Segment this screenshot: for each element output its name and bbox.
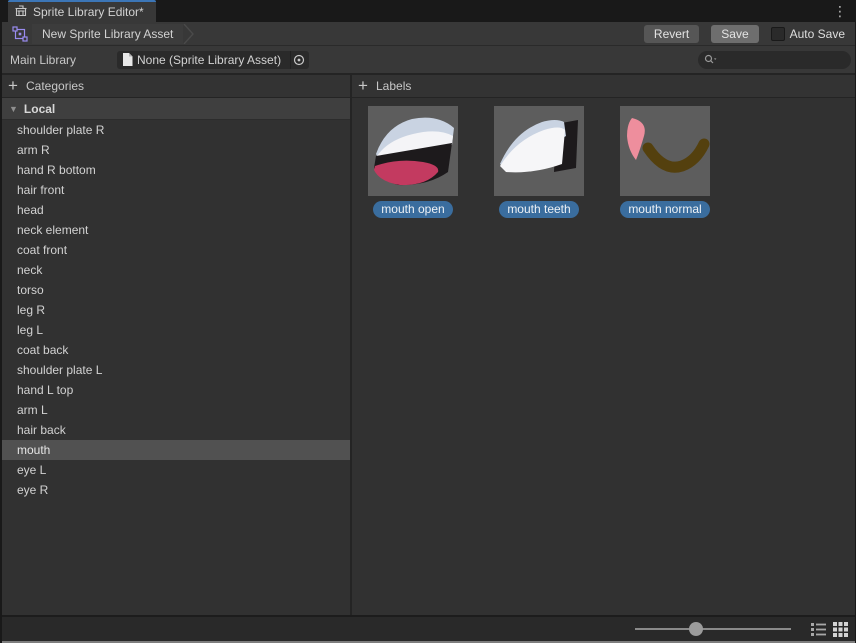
category-row[interactable]: hair front	[2, 180, 350, 200]
asset-document-icon	[122, 53, 133, 66]
object-picker-icon[interactable]	[290, 51, 307, 69]
labels-panel: mouth open mouth teeth mouth normal	[352, 98, 855, 615]
category-row[interactable]: shoulder plate L	[2, 360, 350, 380]
panel-headers: + Categories + Labels	[2, 75, 855, 98]
category-row[interactable]: torso	[2, 280, 350, 300]
categories-title: Categories	[26, 79, 84, 93]
search-icon	[704, 54, 717, 66]
object-field-value: None (Sprite Library Asset)	[137, 53, 290, 67]
toolbar: New Sprite Library Asset Revert Save Aut…	[2, 22, 855, 46]
auto-save-checkbox[interactable]	[771, 27, 785, 41]
slider-thumb[interactable]	[689, 622, 703, 636]
label-card[interactable]: mouth normal	[620, 106, 710, 218]
sprite-thumbnail-mouth-teeth[interactable]	[494, 106, 584, 196]
category-row[interactable]: head	[2, 200, 350, 220]
category-list: shoulder plate Rarm Rhand R bottomhair f…	[2, 120, 350, 500]
tab-sprite-library-editor[interactable]: Sprite Library Editor*	[8, 0, 156, 22]
search-input[interactable]	[719, 53, 845, 67]
breadcrumb-label: New Sprite Library Asset	[42, 27, 173, 41]
add-category-button[interactable]: +	[2, 75, 24, 98]
category-row[interactable]: coat front	[2, 240, 350, 260]
label-name-pill[interactable]: mouth open	[373, 201, 452, 218]
category-row[interactable]: leg L	[2, 320, 350, 340]
save-button[interactable]: Save	[711, 25, 758, 43]
label-card[interactable]: mouth open	[368, 106, 458, 218]
search-field[interactable]	[698, 51, 851, 69]
breadcrumb-separator-icon	[183, 24, 195, 44]
category-row[interactable]: hair back	[2, 420, 350, 440]
auto-save-label: Auto Save	[790, 27, 845, 41]
category-row[interactable]: eye L	[2, 460, 350, 480]
category-row[interactable]: neck	[2, 260, 350, 280]
label-name-pill[interactable]: mouth normal	[620, 201, 709, 218]
window-menu-button[interactable]: ⋮	[831, 1, 849, 21]
category-row[interactable]: coat back	[2, 340, 350, 360]
sprite-thumbnail-mouth-open[interactable]	[368, 106, 458, 196]
labels-title: Labels	[376, 79, 411, 93]
local-group-label: Local	[24, 102, 55, 116]
tab-title: Sprite Library Editor*	[33, 5, 144, 19]
categories-header: + Categories	[2, 75, 352, 97]
main-library-label: Main Library	[10, 53, 117, 67]
sprite-library-window-icon	[14, 4, 28, 21]
foldout-triangle-icon: ▼	[9, 104, 18, 114]
category-row[interactable]: arm R	[2, 140, 350, 160]
content-area: ▼ Local shoulder plate Rarm Rhand R bott…	[2, 98, 855, 615]
category-row[interactable]: arm L	[2, 400, 350, 420]
category-row[interactable]: neck element	[2, 220, 350, 240]
label-card[interactable]: mouth teeth	[494, 106, 584, 218]
category-row[interactable]: hand L top	[2, 380, 350, 400]
add-label-button[interactable]: +	[352, 75, 374, 98]
sprite-thumbnail-mouth-normal[interactable]	[620, 106, 710, 196]
category-row[interactable]: leg R	[2, 300, 350, 320]
main-library-object-field[interactable]: None (Sprite Library Asset)	[117, 51, 309, 69]
sprite-library-asset-icon	[12, 26, 28, 42]
local-group-foldout[interactable]: ▼ Local	[2, 98, 350, 120]
thumbnail-size-slider[interactable]	[635, 622, 791, 636]
revert-button[interactable]: Revert	[644, 25, 699, 43]
breadcrumb[interactable]: New Sprite Library Asset	[32, 24, 183, 44]
bottom-bar	[2, 615, 855, 641]
labels-header: + Labels	[352, 75, 855, 97]
category-row[interactable]: eye R	[2, 480, 350, 500]
grid-view-icon[interactable]	[832, 621, 849, 638]
sprite-library-editor-window: Sprite Library Editor* ⋮ New Sprite Libr…	[0, 0, 856, 643]
tab-bar: Sprite Library Editor* ⋮	[2, 0, 855, 22]
main-library-row: Main Library None (Sprite Library Asset)	[2, 46, 855, 75]
category-row[interactable]: hand R bottom	[2, 160, 350, 180]
list-view-icon[interactable]	[810, 621, 827, 638]
category-row[interactable]: mouth	[2, 440, 350, 460]
label-name-pill[interactable]: mouth teeth	[499, 201, 578, 218]
categories-panel: ▼ Local shoulder plate Rarm Rhand R bott…	[2, 98, 352, 615]
category-row[interactable]: shoulder plate R	[2, 120, 350, 140]
